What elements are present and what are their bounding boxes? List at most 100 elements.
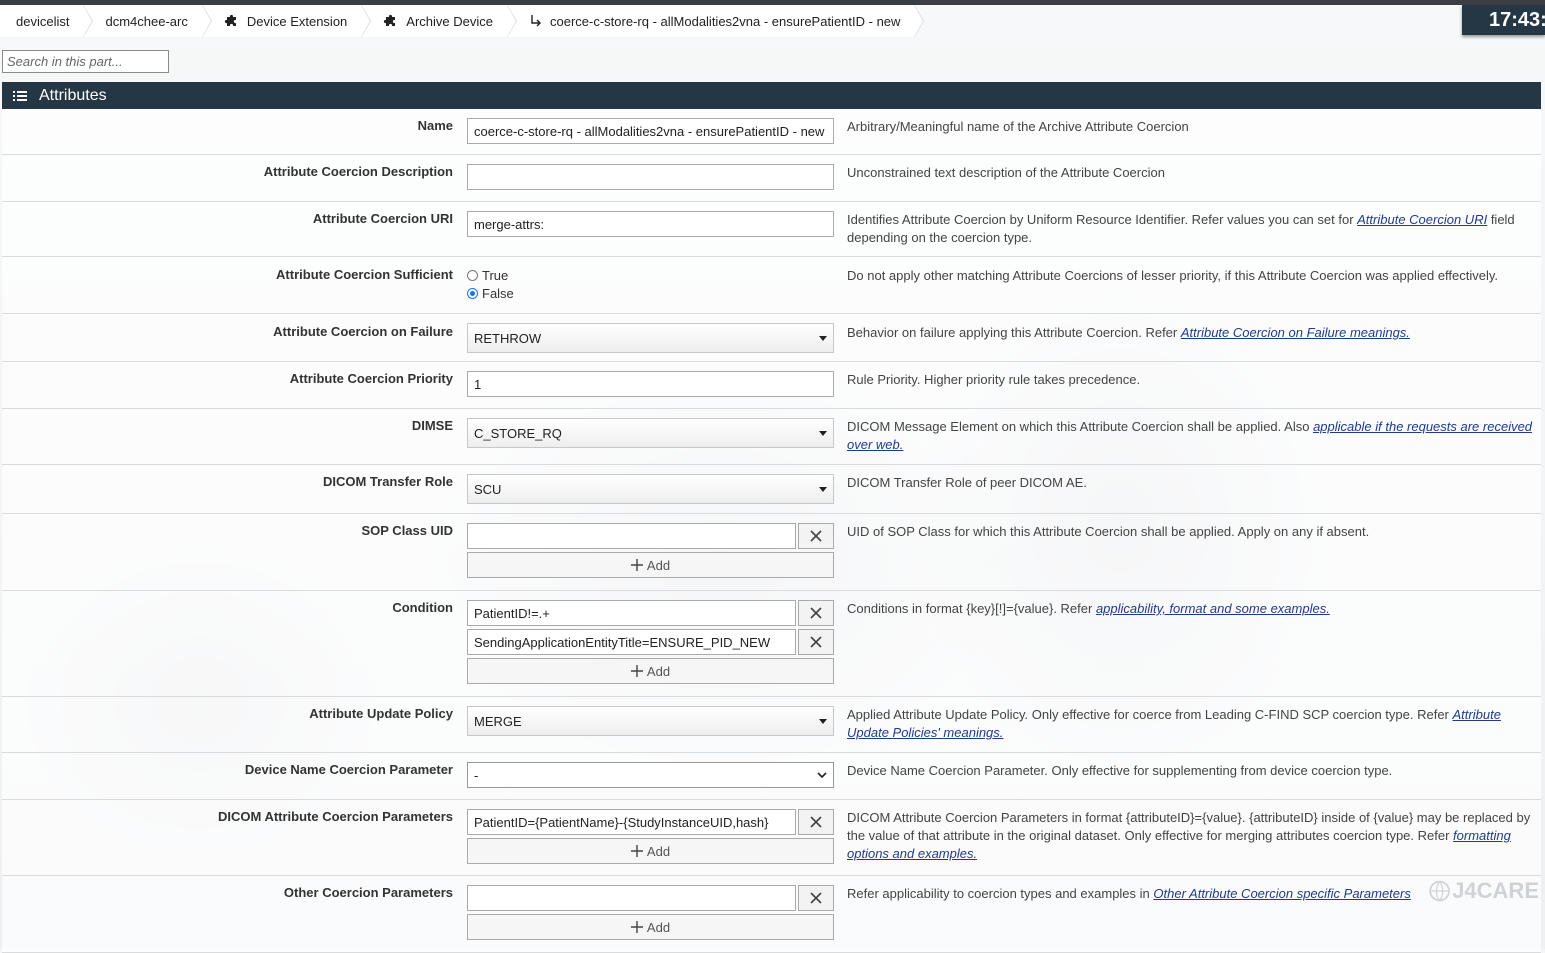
field-description: Rule Priority. Higher priority rule take… — [847, 372, 1141, 387]
add-label: Add — [646, 663, 671, 679]
close-icon — [810, 607, 822, 619]
panel-title: Attributes — [39, 86, 107, 104]
field-description: Identifies Attribute Coercion by Uniform… — [847, 211, 1537, 247]
select-value: C_STORE_RQ — [474, 425, 562, 441]
add-label: Add — [646, 919, 671, 935]
form-row-sufficient: Attribute Coercion Sufficient True False… — [2, 257, 1541, 314]
form-row-update-policy: Attribute Update Policy MERGE Applied At… — [2, 697, 1541, 753]
field-label: Other Coercion Parameters — [283, 885, 453, 900]
breadcrumb-item-device[interactable]: dcm4chee-arc — [75, 4, 213, 38]
radio-button[interactable] — [467, 287, 478, 299]
description-input[interactable] — [467, 164, 834, 190]
condition-input[interactable] — [467, 629, 796, 655]
field-label: Attribute Update Policy — [309, 706, 453, 721]
remove-button[interactable] — [798, 885, 834, 911]
child-arrow-icon — [531, 15, 541, 27]
select-value: - — [474, 767, 479, 783]
desc-text: DICOM Message Element on which this Attr… — [847, 419, 1314, 434]
breadcrumb-item-current-coercion[interactable]: coerce-c-store-rq - allModalities2vna - … — [499, 4, 925, 38]
close-icon — [810, 636, 822, 648]
radio-option-true[interactable]: True — [467, 266, 834, 284]
breadcrumb-label: dcm4chee-arc — [105, 13, 188, 29]
attributes-form: Name Arbitrary/Meaningful name of the Ar… — [2, 109, 1541, 953]
desc-text: Behavior on failure applying this Attrib… — [847, 325, 1181, 340]
field-label: Device Name Coercion Parameter — [244, 762, 453, 777]
add-button[interactable]: Add — [467, 552, 834, 578]
chevron-down-icon — [817, 772, 827, 779]
puzzle-icon — [384, 14, 396, 26]
breadcrumb-item-archive-device[interactable]: Archive Device — [353, 4, 517, 38]
breadcrumb-item-devicelist[interactable]: devicelist — [0, 4, 94, 38]
condition-help-link[interactable]: applicability, format and some examples. — [1096, 601, 1330, 616]
caret-down-icon — [819, 487, 827, 492]
field-description: UID of SOP Class for which this Attribut… — [847, 524, 1370, 539]
on-failure-help-link[interactable]: Attribute Coercion on Failure meanings. — [1181, 325, 1410, 340]
remove-button[interactable] — [798, 600, 834, 626]
field-description: Behavior on failure applying this Attrib… — [847, 324, 1537, 342]
field-description: Arbitrary/Meaningful name of the Archive… — [847, 119, 1189, 134]
other-params-help-link[interactable]: Other Attribute Coercion specific Parame… — [1153, 886, 1410, 901]
desc-text: Identifies Attribute Coercion by Uniform… — [847, 212, 1358, 227]
close-icon — [810, 892, 822, 904]
radio-option-false[interactable]: False — [467, 284, 834, 302]
select-value: RETHROW — [474, 330, 542, 346]
update-policy-select[interactable]: MERGE — [467, 706, 834, 736]
watermark-text: J4CARE — [1452, 878, 1539, 903]
puzzle-icon — [224, 14, 236, 26]
form-row-sop-class: SOP Class UID Add UID of SOP Class for w… — [2, 514, 1541, 591]
add-button[interactable]: Add — [467, 658, 834, 684]
radio-button[interactable] — [467, 269, 478, 281]
clock: 17:43: — [1462, 5, 1545, 35]
breadcrumb: devicelist dcm4chee-arc Device Extension… — [0, 4, 925, 38]
sop-class-input[interactable] — [467, 523, 796, 549]
remove-button[interactable] — [798, 629, 834, 655]
on-failure-select[interactable]: RETHROW — [467, 323, 834, 353]
add-button[interactable]: Add — [467, 914, 834, 940]
attributes-panel-header[interactable]: Attributes — [2, 82, 1541, 109]
add-button[interactable]: Add — [467, 838, 834, 864]
caret-down-icon — [819, 336, 827, 341]
breadcrumb-item-device-extension[interactable]: Device Extension — [193, 4, 372, 38]
field-description: DICOM Attribute Coercion Parameters in f… — [847, 809, 1537, 863]
dimse-select[interactable]: C_STORE_RQ — [467, 418, 834, 448]
form-row-priority: Attribute Coercion Priority Rule Priorit… — [2, 362, 1541, 409]
field-label: Name — [417, 118, 453, 133]
field-label: DICOM Transfer Role — [322, 474, 453, 489]
search-input[interactable] — [2, 50, 169, 73]
other-param-input[interactable] — [467, 885, 796, 911]
caret-down-icon — [819, 431, 827, 436]
radio-label: False — [482, 285, 514, 301]
breadcrumb-label: Archive Device — [406, 13, 493, 29]
transfer-role-select[interactable]: SCU — [467, 474, 834, 504]
close-icon — [810, 816, 822, 828]
condition-input[interactable] — [467, 600, 796, 626]
field-label: DICOM Attribute Coercion Parameters — [217, 809, 453, 824]
list-icon — [13, 90, 27, 101]
field-label: Attribute Coercion Description — [263, 164, 453, 179]
form-row-device-name-param: Device Name Coercion Parameter - Device … — [2, 753, 1541, 800]
form-row-on-failure: Attribute Coercion on Failure RETHROW Be… — [2, 314, 1541, 362]
field-description: Device Name Coercion Parameter. Only eff… — [847, 763, 1393, 778]
breadcrumb-label: coerce-c-store-rq - allModalities2vna - … — [550, 13, 901, 29]
priority-input[interactable] — [467, 371, 834, 397]
field-description: Unconstrained text description of the At… — [847, 165, 1165, 180]
top-bar — [0, 0, 1545, 5]
plus-icon — [630, 921, 643, 933]
form-row-dicom-params: DICOM Attribute Coercion Parameters Add … — [2, 800, 1541, 876]
remove-button[interactable] — [798, 809, 834, 835]
plus-icon — [630, 665, 643, 677]
remove-button[interactable] — [798, 523, 834, 549]
form-row-condition: Condition Add Conditions in format {key}… — [2, 591, 1541, 697]
uri-input[interactable] — [467, 211, 834, 237]
add-label: Add — [646, 843, 671, 859]
field-description: DICOM Message Element on which this Attr… — [847, 418, 1537, 454]
dicom-param-input[interactable] — [467, 809, 796, 835]
device-name-param-select[interactable]: - — [467, 762, 834, 788]
radio-label: True — [482, 267, 509, 283]
uri-help-link[interactable]: Attribute Coercion URI — [1357, 212, 1487, 227]
form-row-description: Attribute Coercion Description Unconstra… — [2, 155, 1541, 202]
desc-text: Refer applicability to coercion types an… — [847, 886, 1154, 901]
field-label: Condition — [392, 600, 453, 615]
name-input[interactable] — [467, 118, 834, 144]
field-label: Attribute Coercion Priority — [289, 371, 453, 386]
